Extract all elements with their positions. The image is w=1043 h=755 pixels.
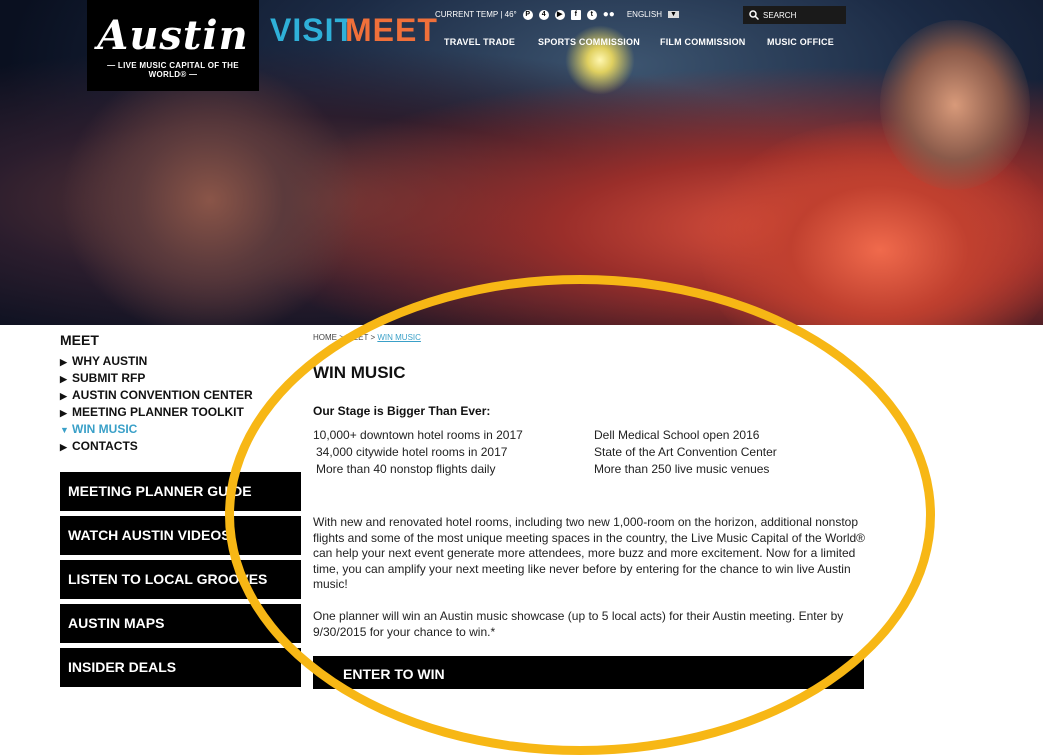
- flickr-icon[interactable]: ●●: [603, 9, 615, 20]
- guitarist-head: [880, 20, 1030, 190]
- triangle-right-icon: ▶: [60, 391, 67, 401]
- youtube-icon[interactable]: ▶: [554, 9, 565, 20]
- sidebar-menu: ▶ WHY AUSTIN ▶ SUBMIT RFP ▶ AUSTIN CONVENTI…: [60, 353, 253, 455]
- fact-item: 10,000+ downtown hotel rooms in 2017: [313, 428, 523, 442]
- foursquare-icon[interactable]: 4: [538, 9, 549, 20]
- sidebar-item-label: WIN MUSIC: [72, 422, 138, 436]
- fact-item: State of the Art Convention Center: [594, 445, 777, 459]
- singer-figure: [60, 60, 360, 325]
- logo-script: Austin: [97, 12, 249, 59]
- listen-local-grooves-button[interactable]: LISTEN TO LOCAL GROOVES: [60, 560, 301, 599]
- facts-right-column: Dell Medical School open 2016 State of t…: [594, 427, 777, 478]
- watch-austin-videos-button[interactable]: WATCH AUSTIN VIDEOS: [60, 516, 301, 555]
- twitter-icon[interactable]: t: [586, 9, 597, 20]
- sidebar-item-label: AUSTIN CONVENTION CENTER: [72, 388, 253, 402]
- subnav-travel-trade[interactable]: TRAVEL TRADE: [444, 37, 515, 47]
- search-icon: [749, 10, 759, 20]
- page-title: WIN MUSIC: [313, 363, 406, 382]
- insider-deals-button[interactable]: INSIDER DEALS: [60, 648, 301, 687]
- sidebar-title: MEET: [60, 332, 99, 348]
- breadcrumb-current[interactable]: WIN MUSIC: [377, 333, 421, 342]
- fact-item: 34,000 citywide hotel rooms in 2017: [316, 445, 508, 459]
- fact-item: Dell Medical School open 2016: [594, 428, 760, 442]
- chevron-down-icon[interactable]: ▼: [667, 11, 679, 18]
- sidebar-item-label: CONTACTS: [72, 439, 138, 453]
- sidebar-item-label: MEETING PLANNER TOOLKIT: [72, 405, 244, 419]
- search-placeholder: SEARCH: [763, 10, 797, 20]
- subnav-music-office[interactable]: MUSIC OFFICE: [767, 37, 834, 47]
- top-utility-bar: CURRENT TEMP | 46° P 4 ▶ f t ●● ENGLISH …: [435, 9, 679, 20]
- sidebar-item-submit-rfp[interactable]: ▶ SUBMIT RFP: [60, 370, 253, 387]
- austin-maps-button[interactable]: AUSTIN MAPS: [60, 604, 301, 643]
- sidebar-item-why-austin[interactable]: ▶ WHY AUSTIN: [60, 353, 253, 370]
- sidebar-item-label: WHY AUSTIN: [72, 354, 148, 368]
- nav-visit[interactable]: VISIT: [270, 12, 355, 49]
- sidebar-item-convention-center[interactable]: ▶ AUSTIN CONVENTION CENTER: [60, 387, 253, 404]
- sidebar-item-contacts[interactable]: ▶ CONTACTS: [60, 438, 253, 455]
- triangle-right-icon: ▶: [60, 374, 67, 384]
- language-select-label[interactable]: ENGLISH: [627, 10, 662, 19]
- fact-item: More than 250 live music venues: [594, 462, 770, 476]
- subnav-film-commission[interactable]: FILM COMMISSION: [660, 37, 746, 47]
- pinterest-icon[interactable]: P: [522, 9, 533, 20]
- austin-logo[interactable]: Austin — LIVE MUSIC CAPITAL OF THE WORLD…: [87, 0, 259, 91]
- stage-light: [565, 25, 635, 95]
- subnav-sports-commission[interactable]: SPORTS COMMISSION: [538, 37, 640, 47]
- nav-meet[interactable]: MEET: [345, 12, 438, 49]
- facts-left-column: 10,000+ downtown hotel rooms in 2017 34,…: [313, 427, 523, 478]
- triangle-right-icon: ▶: [60, 442, 67, 452]
- sidebar-item-planner-toolkit[interactable]: ▶ MEETING PLANNER TOOLKIT: [60, 404, 253, 421]
- section-subtitle: Our Stage is Bigger Than Ever:: [313, 404, 491, 418]
- breadcrumb-meet[interactable]: MEET: [346, 333, 368, 342]
- breadcrumb: HOME > MEET > WIN MUSIC: [313, 333, 421, 342]
- search-box[interactable]: SEARCH: [743, 6, 846, 24]
- fact-item: More than 40 nonstop flights daily: [316, 462, 496, 476]
- triangle-right-icon: ▶: [60, 357, 67, 367]
- triangle-down-icon: ▼: [60, 425, 69, 435]
- prize-paragraph: One planner will win an Austin music sho…: [313, 609, 844, 639]
- breadcrumb-separator: >: [339, 333, 344, 342]
- sidebar-item-label: SUBMIT RFP: [72, 371, 146, 385]
- breadcrumb-separator: >: [370, 333, 376, 342]
- current-temp: CURRENT TEMP | 46°: [435, 10, 517, 19]
- facebook-icon[interactable]: f: [570, 9, 581, 20]
- enter-to-win-button[interactable]: ENTER TO WIN: [313, 656, 864, 689]
- breadcrumb-home[interactable]: HOME: [313, 333, 337, 342]
- triangle-right-icon: ▶: [60, 408, 67, 418]
- sidebar-item-win-music[interactable]: ▼ WIN MUSIC: [60, 421, 253, 438]
- meeting-planner-guide-button[interactable]: MEETING PLANNER GUIDE: [60, 472, 301, 511]
- intro-paragraph: With new and renovated hotel rooms, incl…: [313, 515, 866, 591]
- logo-tagline: — LIVE MUSIC CAPITAL OF THE WORLD® —: [107, 61, 239, 79]
